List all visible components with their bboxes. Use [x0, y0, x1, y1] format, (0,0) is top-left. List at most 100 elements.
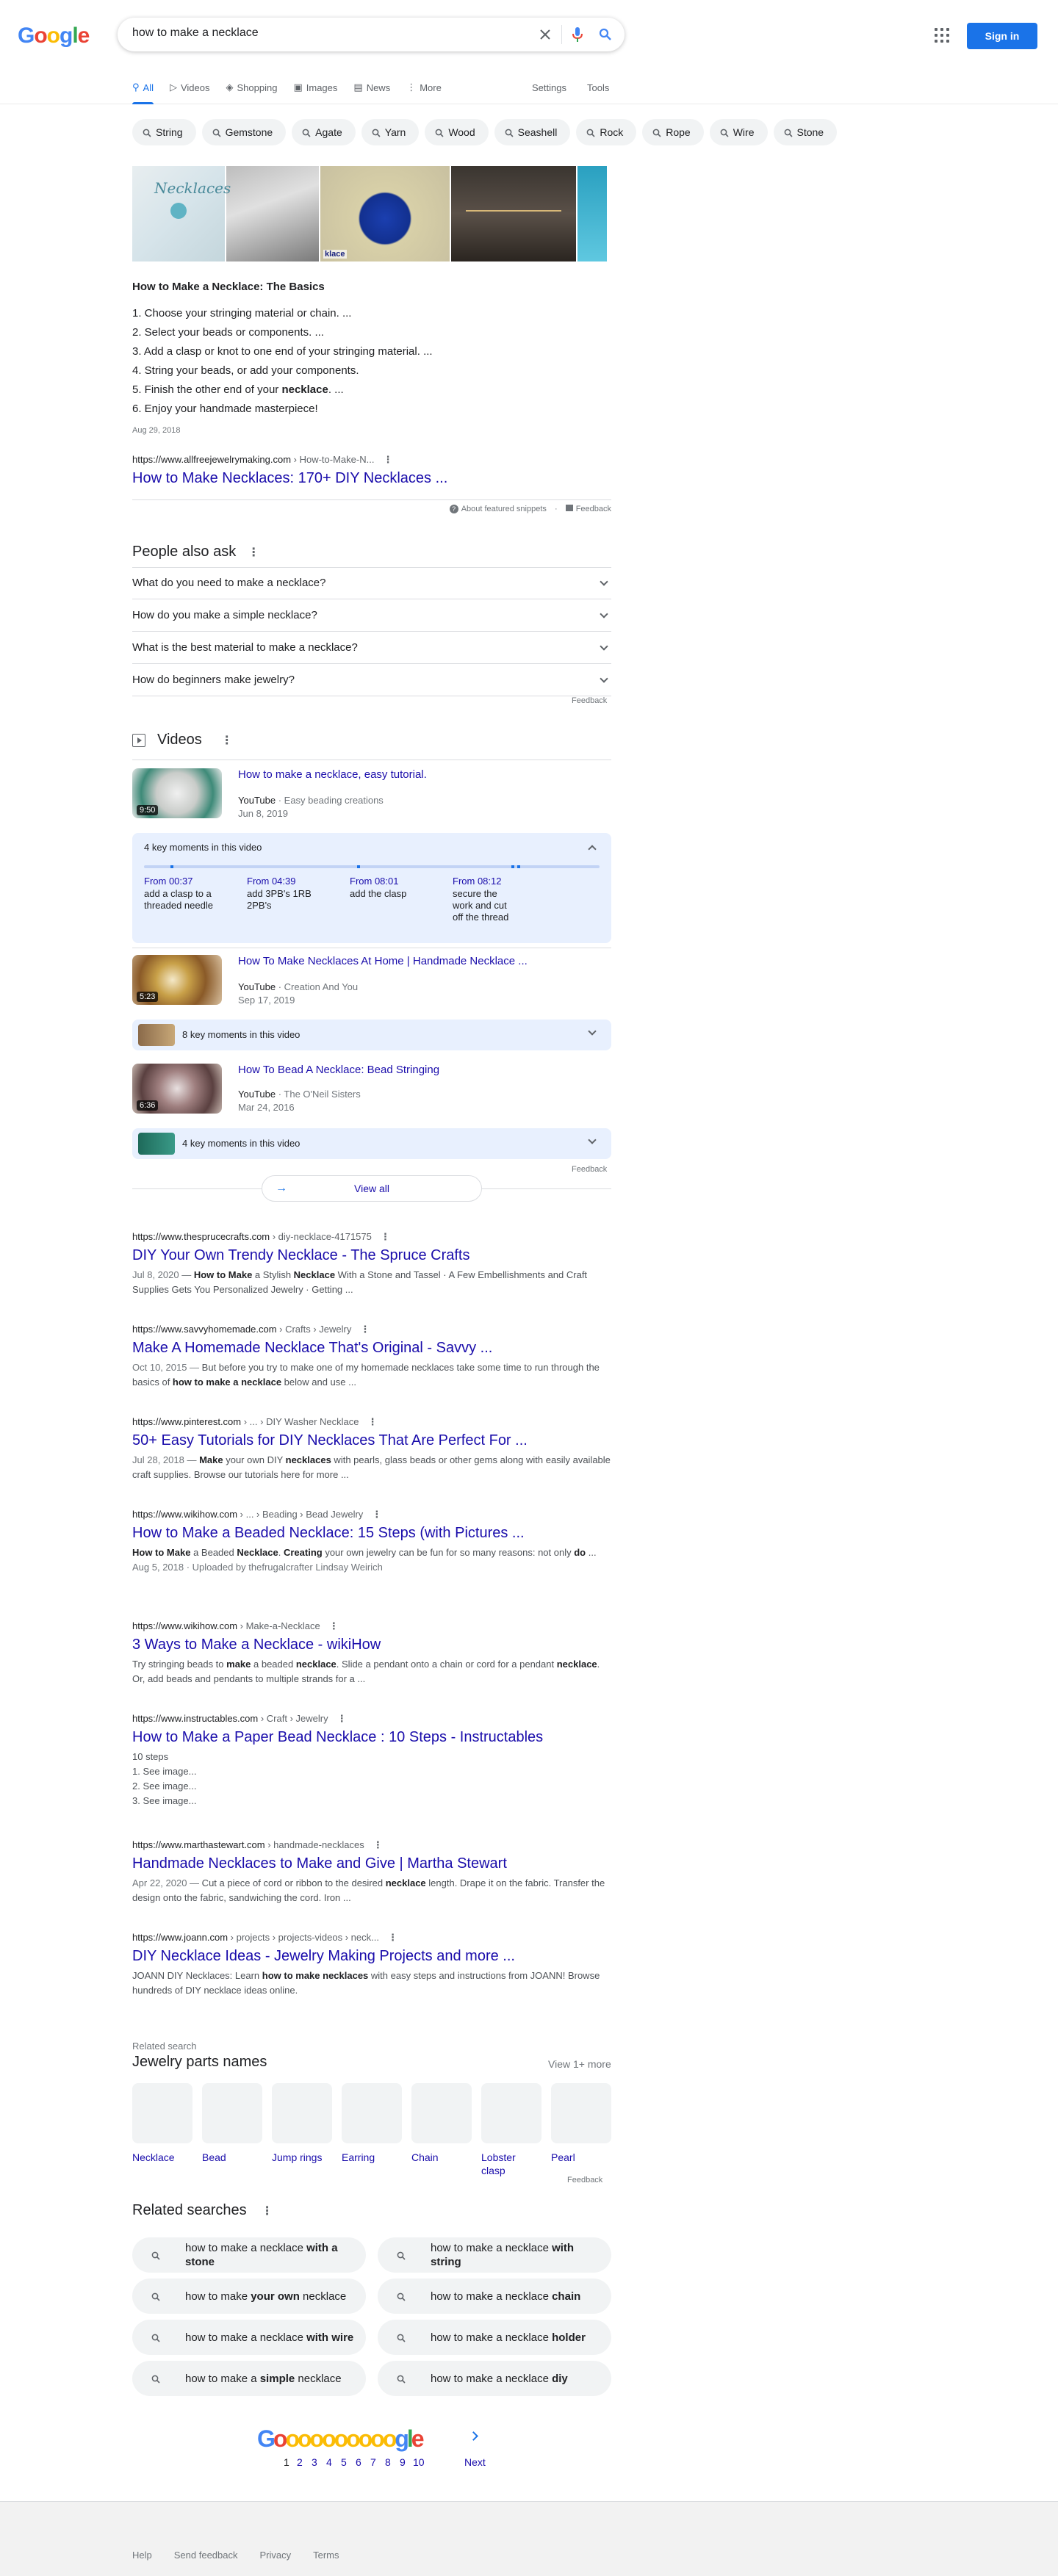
- chevron-up-icon[interactable]: [588, 845, 597, 854]
- next-page-link[interactable]: Next: [464, 2456, 486, 2468]
- video-result-2[interactable]: 5:23 How To Make Necklaces At Home | Han…: [132, 955, 611, 1014]
- key-moment-3[interactable]: From 08:01 add the clasp: [350, 876, 431, 900]
- video-result-1[interactable]: 9:50 How to make a necklace, easy tutori…: [132, 768, 611, 827]
- chip-string[interactable]: String: [132, 119, 196, 145]
- featured-image-2[interactable]: [226, 166, 319, 261]
- clear-icon[interactable]: [536, 26, 554, 43]
- chevron-down-icon[interactable]: [600, 674, 608, 683]
- jewelry-part-chain[interactable]: Chain: [411, 2083, 472, 2164]
- more-options-icon[interactable]: ⋮: [372, 1509, 381, 1520]
- key-moment-2[interactable]: From 04:39 add 3PB's 1RB 2PB's: [247, 876, 328, 912]
- more-options-icon[interactable]: ⋮: [221, 733, 233, 748]
- paa-question[interactable]: What is the best material to make a neck…: [132, 632, 611, 664]
- chip-stone[interactable]: Stone: [773, 119, 838, 145]
- search-icon[interactable]: [597, 26, 614, 43]
- related-search-item[interactable]: how to make a necklace with a stone: [132, 2237, 366, 2273]
- video-title[interactable]: How To Make Necklaces At Home | Handmade…: [238, 955, 528, 967]
- chip-gemstone[interactable]: Gemstone: [201, 119, 287, 145]
- google-logo[interactable]: Google: [18, 24, 90, 48]
- featured-image-3[interactable]: klace: [320, 166, 450, 261]
- video-thumbnail[interactable]: 9:50: [132, 768, 222, 818]
- page-link[interactable]: 3: [312, 2456, 317, 2468]
- result-title-link[interactable]: Make A Homemade Necklace That's Original…: [132, 1338, 611, 1357]
- chip-seashell[interactable]: Seashell: [494, 119, 571, 145]
- chevron-right-icon[interactable]: [469, 2431, 478, 2441]
- page-link[interactable]: 6: [356, 2456, 361, 2468]
- jewelry-part-bead[interactable]: Bead: [202, 2083, 262, 2164]
- video-title[interactable]: How to make a necklace, easy tutorial.: [238, 768, 427, 781]
- jewelry-part-pearl[interactable]: Pearl: [551, 2083, 611, 2164]
- featured-image-5[interactable]: [577, 166, 607, 261]
- related-search-item[interactable]: how to make a necklace diy: [378, 2361, 611, 2396]
- video-title[interactable]: How To Bead A Necklace: Bead Stringing: [238, 1064, 439, 1076]
- more-options-icon[interactable]: ⋮: [337, 1713, 347, 1725]
- chip-rock[interactable]: Rock: [576, 119, 637, 145]
- search-input[interactable]: [132, 26, 500, 40]
- snippet-result-link[interactable]: How to Make Necklaces: 170+ DIY Necklace…: [132, 469, 447, 488]
- more-options-icon[interactable]: ⋮: [383, 454, 392, 466]
- chevron-down-icon[interactable]: [588, 1136, 597, 1144]
- tab-news[interactable]: ▤ News: [353, 71, 390, 104]
- jewelry-part-necklace[interactable]: Necklace: [132, 2083, 192, 2164]
- paa-feedback[interactable]: Feedback: [572, 696, 607, 705]
- paa-question[interactable]: What do you need to make a necklace?: [132, 567, 611, 599]
- page-link[interactable]: 4: [326, 2456, 332, 2468]
- key-moments-panel-collapsed[interactable]: 8 key moments in this video: [132, 1020, 611, 1050]
- tab-all[interactable]: ⚲ All: [132, 71, 154, 104]
- chevron-down-icon[interactable]: [600, 641, 608, 651]
- jewelry-part-jump-rings[interactable]: Jump rings: [272, 2083, 332, 2164]
- more-options-icon[interactable]: ⋮: [381, 1231, 390, 1243]
- result-title-link[interactable]: 50+ Easy Tutorials for DIY Necklaces Tha…: [132, 1431, 611, 1450]
- related-search-item[interactable]: how to make a necklace with string: [378, 2237, 611, 2273]
- chip-wire[interactable]: Wire: [709, 119, 768, 145]
- footer-link-privacy[interactable]: Privacy: [259, 2550, 291, 2561]
- feedback-link[interactable]: Feedback: [576, 505, 611, 513]
- more-options-icon[interactable]: ⋮: [360, 1324, 370, 1335]
- chip-agate[interactable]: Agate: [292, 119, 356, 145]
- key-moments-heading[interactable]: 4 key moments in this video: [144, 842, 262, 853]
- related-search-item[interactable]: how to make a necklace with wire: [132, 2320, 366, 2355]
- related-search-item[interactable]: how to make your own necklace: [132, 2279, 366, 2314]
- paa-question[interactable]: How do you make a simple necklace?: [132, 599, 611, 632]
- tab-videos[interactable]: ▷ Videos: [170, 71, 210, 104]
- result-title-link[interactable]: How to Make a Beaded Necklace: 15 Steps …: [132, 1523, 611, 1543]
- page-link[interactable]: 8: [385, 2456, 391, 2468]
- related-search-item[interactable]: how to make a necklace chain: [378, 2279, 611, 2314]
- result-title-link[interactable]: DIY Necklace Ideas - Jewelry Making Proj…: [132, 1947, 611, 1966]
- more-options-icon[interactable]: ⋮: [388, 1932, 397, 1944]
- key-moment-1[interactable]: From 00:37 add a clasp to a threaded need…: [144, 876, 225, 912]
- view-all-videos-button[interactable]: → View all: [262, 1175, 482, 1202]
- featured-image-4[interactable]: [451, 166, 576, 261]
- microphone-icon[interactable]: [569, 26, 586, 43]
- featured-image-1[interactable]: Necklaces: [132, 166, 231, 261]
- jewelry-part-lobster-clasp[interactable]: Lobster clasp: [481, 2083, 541, 2177]
- apps-grid-icon[interactable]: [935, 28, 949, 43]
- key-moment-4[interactable]: From 08:12 secure the work and cut off th…: [453, 876, 519, 923]
- video-thumbnail[interactable]: 5:23: [132, 955, 222, 1005]
- page-link[interactable]: 2: [297, 2456, 303, 2468]
- page-link[interactable]: 7: [370, 2456, 376, 2468]
- settings-link[interactable]: Settings: [532, 82, 566, 93]
- result-title-link[interactable]: Handmade Necklaces to Make and Give | Ma…: [132, 1854, 611, 1873]
- video-thumbnail[interactable]: 6:36: [132, 1064, 222, 1114]
- page-link[interactable]: 10: [413, 2456, 425, 2468]
- chip-rope[interactable]: Rope: [642, 119, 704, 145]
- chevron-down-icon[interactable]: [600, 609, 608, 618]
- footer-link-send-feedback[interactable]: Send feedback: [174, 2550, 238, 2561]
- video-result-3[interactable]: 6:36 How To Bead A Necklace: Bead String…: [132, 1064, 611, 1122]
- key-moments-panel-collapsed[interactable]: 4 key moments in this video: [132, 1128, 611, 1159]
- more-options-icon[interactable]: ⋮: [248, 545, 259, 560]
- more-options-icon[interactable]: ⋮: [329, 1620, 339, 1632]
- chevron-down-icon[interactable]: [588, 1027, 597, 1036]
- videos-feedback[interactable]: Feedback: [572, 1165, 607, 1174]
- tools-link[interactable]: Tools: [587, 82, 609, 93]
- page-link[interactable]: 5: [341, 2456, 347, 2468]
- chip-yarn[interactable]: Yarn: [361, 119, 420, 145]
- tab-shopping[interactable]: ◈ Shopping: [226, 71, 278, 104]
- paa-question[interactable]: How do beginners make jewelry?: [132, 664, 611, 696]
- sign-in-button[interactable]: Sign in: [967, 23, 1037, 49]
- footer-link-help[interactable]: Help: [132, 2550, 152, 2561]
- about-featured-snippets-link[interactable]: About featured snippets: [461, 505, 547, 513]
- result-title-link[interactable]: DIY Your Own Trendy Necklace - The Spruc…: [132, 1246, 611, 1265]
- more-options-icon[interactable]: ⋮: [262, 2204, 273, 2218]
